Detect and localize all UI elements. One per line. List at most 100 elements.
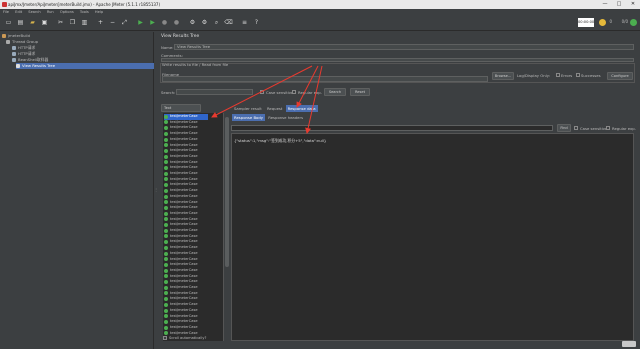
tab-sampler-result[interactable]: Sampler result [232,105,264,112]
success-status-icon [164,166,168,171]
success-status-icon [164,211,168,216]
open-icon[interactable]: ▰ [28,18,37,27]
panel-title: View Results Tree [161,34,200,39]
renderer-selector[interactable]: Text [161,104,201,112]
close-button[interactable]: ✕ [626,0,640,9]
success-status-icon [164,194,168,199]
search-field[interactable] [176,89,253,95]
case-sensitive-label: Case sensitive [266,90,294,95]
save-icon[interactable]: ▣ [40,18,49,27]
thread-count: 0/0 [621,19,628,24]
menu-run[interactable]: Run [47,10,54,14]
success-status-icon [164,274,168,279]
success-status-icon [164,245,168,250]
find-field[interactable] [231,125,553,131]
result-tabs: Sampler result Request Response data [232,105,318,112]
success-status-icon [164,183,168,188]
success-status-icon [164,280,168,285]
toggle-icon[interactable]: ⤢ [120,18,129,27]
shutdown-icon[interactable]: ● [172,18,181,27]
expand-icon[interactable]: + [96,18,105,27]
success-status-icon [164,308,168,313]
reset-button[interactable]: Reset [350,88,370,96]
menu-file[interactable]: File [3,10,9,14]
case-sensitive-checkbox[interactable] [260,90,264,94]
help-icon[interactable]: ? [252,18,261,27]
success-status-icon [164,217,168,222]
start-no-pauses-icon[interactable]: ▶ [148,18,157,27]
copy-icon[interactable]: ❐ [68,18,77,27]
success-status-icon [164,314,168,319]
success-status-icon [164,285,168,290]
tab-response-headers[interactable]: Response headers [266,114,305,121]
name-label: Name: [161,45,174,50]
testplan-icon [2,34,6,38]
menu-options[interactable]: Options [60,10,74,14]
success-status-icon [164,228,168,233]
watermark-badge [622,341,636,347]
success-status-icon [164,262,168,267]
success-status-icon [164,319,168,324]
success-status-icon [164,251,168,256]
maximize-button[interactable]: □ [612,0,626,9]
warning-icon[interactable] [599,19,606,26]
comments-field[interactable] [161,58,634,62]
collapse-icon[interactable]: − [108,18,117,27]
menu-help[interactable]: Help [95,10,103,14]
window-title: apiJmx/Jmeter/ApiJmeter/jmeterBuild.jmx)… [8,2,161,7]
tab-request[interactable]: Request [265,105,284,112]
toolbar: ▭ ▤ ▰ ▣ ✂ ❐ ▥ + − ⤢ ▶ ▶ ● ● ⚙ ⚙ ⌕ ⌫ ≡ ? … [0,15,640,31]
find-case-sensitive-label: Case sensitive [580,126,608,131]
success-status-icon [164,188,168,193]
success-status-icon [164,126,168,131]
success-status-icon [164,154,168,159]
find-regular-exp-checkbox[interactable] [606,126,610,130]
name-field[interactable]: View Results Tree [174,44,634,50]
reset-search-icon[interactable]: ⌫ [224,18,233,27]
response-body-editor[interactable]: {"status":1,"msg":"签到成功,积分+5","data":nul… [231,133,634,341]
elapsed-timer: 00:00:00 [578,18,594,27]
clear-all-icon[interactable]: ⚙ [200,18,209,27]
search-label: Search: [161,90,176,95]
browse-button[interactable]: Browse... [492,72,514,80]
success-status-icon [164,160,168,165]
success-status-icon [164,297,168,302]
configure-button[interactable]: Configure [607,72,633,80]
listener-icon [16,64,20,68]
new-icon[interactable]: ▭ [4,18,13,27]
cut-icon[interactable]: ✂ [56,18,65,27]
success-status-icon [164,143,168,148]
function-helper-icon[interactable]: ≡ [240,18,249,27]
filename-field[interactable] [162,76,488,82]
tab-response-data[interactable]: Response data [285,105,318,112]
test-plan-tree: jmeterBuild Thread Group HTTP请求 HTTP请求 B… [0,32,154,349]
search-icon[interactable]: ⌕ [212,18,221,27]
find-case-sensitive-checkbox[interactable] [574,126,578,130]
log-display-only-label: Log/Display Only: [517,73,550,78]
find-button[interactable]: Find [557,124,571,132]
errors-checkbox[interactable] [556,73,560,77]
minimize-button[interactable]: — [598,0,612,9]
results-scrollbar[interactable] [223,113,229,341]
successes-checkbox[interactable] [576,73,580,77]
search-button[interactable]: Search [324,88,346,96]
scroll-automatically-option[interactable]: Scroll automatically? [163,336,206,340]
regular-exp-checkbox[interactable] [292,90,296,94]
clear-icon[interactable]: ⚙ [188,18,197,27]
scrollbar-thumb[interactable] [225,117,229,267]
success-status-icon [164,137,168,142]
start-icon[interactable]: ▶ [136,18,145,27]
successes-label: Successes [581,73,601,78]
menu-search[interactable]: Search [28,10,40,14]
menu-tools[interactable]: Tools [80,10,89,14]
success-status-icon [164,257,168,262]
menu-edit[interactable]: Edit [15,10,22,14]
tab-response-body[interactable]: Response Body [232,114,266,121]
write-results-label: Write results to file / Read from file [162,62,229,67]
stop-icon[interactable]: ● [160,18,169,27]
paste-icon[interactable]: ▥ [80,18,89,27]
templates-icon[interactable]: ▤ [16,18,25,27]
jmeter-app-icon [2,2,7,7]
scroll-automatically-checkbox[interactable] [163,336,167,340]
tree-node-view-results-tree[interactable]: View Results Tree [16,63,154,69]
